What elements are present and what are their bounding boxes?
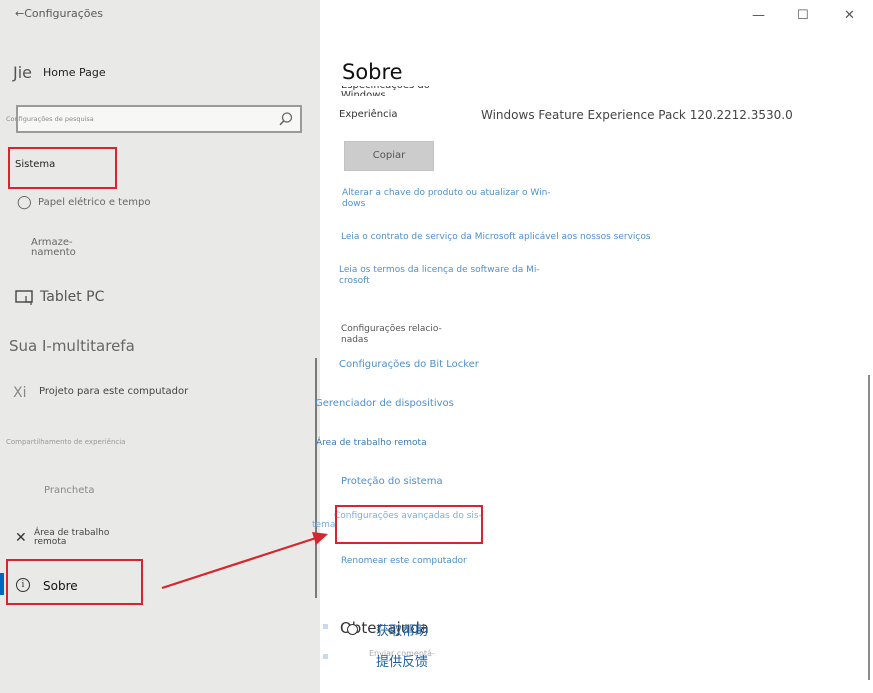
annotation-arrow (161, 532, 328, 590)
